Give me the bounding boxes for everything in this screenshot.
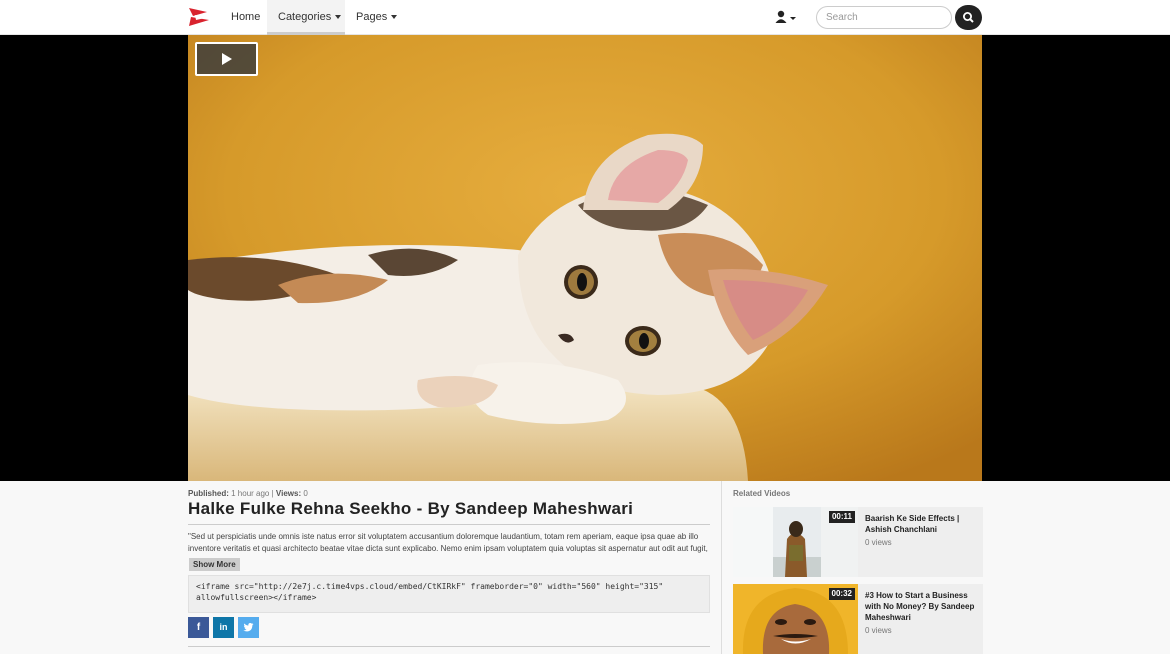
nav-categories[interactable]: Categories — [267, 0, 345, 35]
user-icon — [775, 10, 796, 23]
divider — [188, 646, 710, 647]
related-video-item[interactable]: 00:11 Baarish Ke Side Effects | Ashish C… — [733, 507, 983, 577]
user-menu-button[interactable] — [774, 9, 798, 26]
play-button[interactable] — [195, 42, 258, 76]
nav-home-label: Home — [231, 11, 261, 23]
site-logo[interactable] — [187, 6, 211, 28]
nav-categories-label: Categories — [278, 11, 332, 23]
views-value: 0 — [303, 489, 308, 498]
search-icon — [962, 12, 974, 23]
search-input[interactable] — [816, 6, 952, 29]
video-player-area — [0, 35, 1170, 481]
facebook-icon: f — [196, 622, 201, 633]
chevron-down-icon — [335, 15, 342, 20]
nav-pages[interactable]: Pages — [356, 0, 398, 35]
related-views: 0 views — [865, 626, 892, 635]
play-icon — [222, 53, 232, 65]
twitter-share-button[interactable] — [238, 617, 259, 638]
video-player[interactable] — [188, 35, 982, 481]
related-heading: Related Videos — [733, 489, 791, 498]
facebook-share-button[interactable]: f — [188, 617, 209, 638]
video-thumbnail-kitten — [188, 35, 982, 481]
divider — [188, 524, 710, 525]
chevron-down-icon — [391, 15, 398, 20]
nav-pages-label: Pages — [356, 11, 388, 23]
search-button[interactable] — [955, 5, 982, 30]
navbar: Home Categories Pages — [0, 0, 1170, 35]
video-title: Halke Fulke Rehna Seekho - By Sandeep Ma… — [188, 499, 634, 518]
related-title[interactable]: Baarish Ke Side Effects | Ashish Chanchl… — [865, 513, 979, 535]
related-title[interactable]: #3 How to Start a Business with No Money… — [865, 590, 979, 623]
show-more-button[interactable]: Show More — [189, 558, 240, 571]
views-label: Views: — [275, 489, 302, 498]
duration-badge: 00:11 — [828, 511, 855, 523]
related-video-item[interactable]: 00:32 #3 How to Start a Business with No… — [733, 584, 983, 654]
nav-home[interactable]: Home — [231, 0, 260, 35]
video-details: Published: 1 hour ago | Views: 0 Halke F… — [188, 481, 710, 654]
duration-badge: 00:32 — [828, 588, 855, 600]
related-thumbnail[interactable]: 00:32 — [733, 584, 858, 654]
linkedin-share-button[interactable]: in — [213, 617, 234, 638]
twitter-icon — [243, 623, 254, 632]
published-value: 1 hour ago — [231, 489, 270, 498]
related-videos: Related Videos 00:11 Baarish Ke Side Eff… — [721, 481, 983, 654]
related-thumbnail[interactable]: 00:11 — [733, 507, 858, 577]
video-meta: Published: 1 hour ago | Views: 0 — [188, 489, 308, 498]
video-description: "Sed ut perspiciatis unde omnis iste nat… — [188, 532, 708, 557]
related-views: 0 views — [865, 538, 892, 547]
linkedin-icon: in — [219, 622, 228, 632]
published-label: Published: — [188, 489, 229, 498]
embed-code-field[interactable]: <iframe src="http://2e7j.c.time4vps.clou… — [188, 575, 710, 613]
